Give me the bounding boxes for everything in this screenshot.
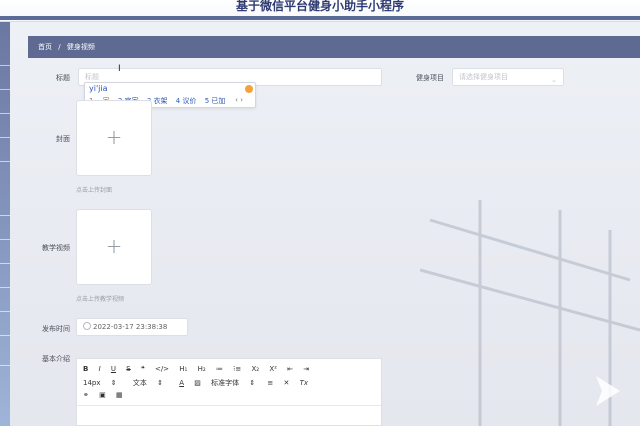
video-label: 教学视频 [42, 244, 70, 252]
chevron-down-icon: ⇕ [157, 379, 163, 387]
text-cursor-icon: I [118, 64, 121, 74]
sidebar-item[interactable] [0, 298, 10, 312]
subscript-button[interactable]: X₂ [251, 365, 259, 373]
cover-label: 封面 [56, 135, 70, 143]
plus-icon: + [105, 234, 123, 258]
sidebar-item[interactable] [0, 148, 10, 162]
cover-hint: 点击上传封面 [76, 187, 113, 194]
indent-button[interactable]: ⇥ [303, 365, 309, 373]
cover-upload[interactable]: + [76, 100, 152, 176]
superscript-button[interactable]: X² [269, 365, 277, 373]
font-family-select[interactable]: 标准字体 [211, 378, 239, 388]
project-placeholder: 请选择健身项目 [459, 73, 508, 81]
chevron-down-icon: ⌄ [551, 76, 557, 84]
code-button[interactable]: </> [155, 365, 169, 373]
breadcrumb-home[interactable]: 首页 [38, 43, 52, 51]
sidebar-item[interactable] [0, 76, 10, 90]
app-title: 基于微信平台健身小助手小程序 [235, 0, 404, 13]
chevron-down-icon: ⇕ [249, 379, 256, 387]
time-label: 发布时间 [42, 325, 70, 333]
rich-text-editor[interactable]: B I U S ❝ </> H₁ H₂ ≔ ⁝≡ X₂ X² ⇤ ⇥ 14px … [76, 358, 382, 426]
sidebar-item[interactable] [0, 202, 10, 216]
sidebar-item[interactable] [0, 274, 10, 288]
ime-candidate[interactable]: 4 议价 [176, 97, 197, 105]
editor-toolbar-row: B I U S ❝ </> H₁ H₂ ≔ ⁝≡ X₂ X² ⇤ ⇥ [83, 365, 317, 373]
italic-button[interactable]: I [99, 365, 101, 373]
strike-button[interactable]: S [126, 365, 130, 373]
ime-input-text: yi'jia [89, 84, 108, 93]
outdent-button[interactable]: ⇤ [287, 365, 293, 373]
editor-toolbar-row: 14px ⇕ 文本 ⇕ A ▨ 标准字体 ⇕ ≡ ✕ Tx [83, 378, 316, 388]
accent-strip [0, 16, 640, 20]
ime-page-arrows[interactable]: ‹ › [235, 96, 243, 104]
clock-icon [83, 322, 91, 330]
video-upload[interactable]: + [76, 209, 152, 285]
bold-button[interactable]: B [83, 365, 88, 373]
font-size-select[interactable]: 14px [83, 379, 101, 387]
time-value: 2022-03-17 23:38:38 [93, 323, 168, 331]
font-color-button[interactable]: A [179, 379, 184, 387]
underline-button[interactable]: U [111, 365, 116, 373]
sidebar-item[interactable] [0, 226, 10, 240]
image-icon[interactable]: ▣ [99, 391, 106, 399]
quote-button[interactable]: ❝ [141, 365, 145, 373]
video-icon[interactable]: ▦ [116, 391, 123, 399]
plus-icon: + [105, 125, 123, 149]
time-picker[interactable]: 2022-03-17 23:38:38 [76, 318, 188, 336]
sidebar [0, 22, 10, 426]
breadcrumb: 首页 / 健身视频 [28, 36, 640, 58]
top-bar: 基于微信平台健身小助手小程序 [0, 0, 640, 22]
sidebar-item[interactable] [0, 250, 10, 264]
intro-label: 基本介绍 [42, 355, 70, 363]
title-label: 标题 [56, 74, 70, 82]
sidebar-item[interactable] [0, 352, 10, 366]
chevron-down-icon: ✕ [283, 379, 290, 387]
link-icon[interactable]: ⚭ [83, 391, 89, 399]
sidebar-item[interactable] [0, 322, 10, 336]
chevron-down-icon: ⇕ [110, 379, 117, 387]
h1-button[interactable]: H₁ [179, 365, 187, 373]
text-style-select[interactable]: 文本 [133, 378, 147, 388]
ordered-list-button[interactable]: ≔ [216, 365, 223, 373]
h2-button[interactable]: H₂ [198, 365, 206, 373]
breadcrumb-separator: / [58, 43, 61, 51]
bullet-list-button[interactable]: ⁝≡ [233, 365, 241, 373]
title-placeholder: 标题 [85, 73, 99, 81]
breadcrumb-current: 健身视频 [66, 43, 95, 51]
video-hint: 点击上传教学视频 [76, 296, 125, 303]
ime-candidate[interactable]: 5 已加 [205, 97, 226, 105]
project-select[interactable]: 请选择健身项目 ⌄ [452, 68, 564, 86]
project-label: 健身项目 [416, 74, 444, 82]
editor-content-area[interactable] [77, 405, 381, 426]
sidebar-item[interactable] [0, 52, 10, 66]
sidebar-item[interactable] [0, 100, 10, 114]
editor-toolbar-row: ⚭ ▣ ▦ [83, 391, 131, 399]
background-color-icon[interactable]: ▨ [194, 379, 201, 387]
clear-format-button[interactable]: Tx [300, 379, 308, 387]
play-icon [596, 376, 620, 406]
sidebar-item[interactable] [0, 124, 10, 138]
align-button[interactable]: ≡ [267, 379, 273, 387]
ime-logo-icon [245, 85, 253, 93]
